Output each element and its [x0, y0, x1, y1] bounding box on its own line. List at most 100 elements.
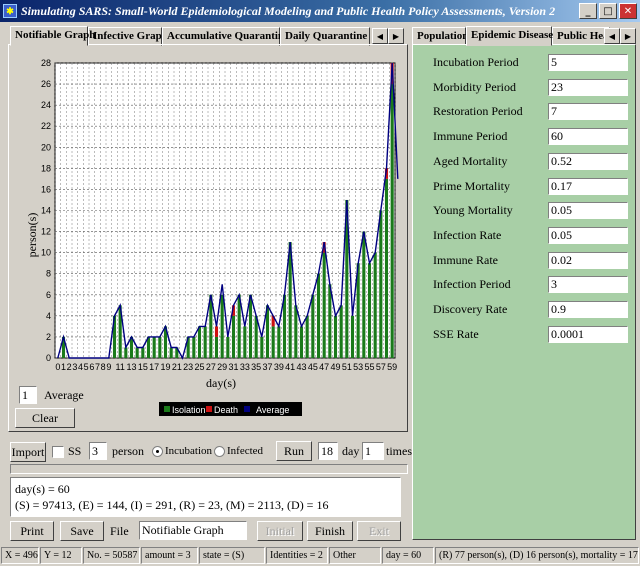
- bar-isolation: [141, 347, 145, 358]
- param-input[interactable]: [548, 251, 628, 269]
- ss-person-input[interactable]: [89, 442, 107, 460]
- status-x: X = 496: [1, 547, 39, 564]
- person-label: person: [112, 444, 144, 458]
- param-label: Young Mortality: [433, 203, 513, 218]
- param-row: Infection Period: [433, 276, 633, 294]
- x-tick-label: 29: [217, 362, 227, 372]
- output-text: day(s) = 60 (S) = 97413, (E) = 144, (I) …: [10, 477, 401, 517]
- x-tick-label: 4: [78, 362, 83, 372]
- param-label: Infection Rate: [433, 227, 502, 242]
- param-row: Morbidity Period: [433, 78, 633, 97]
- finish-button[interactable]: Finish: [307, 521, 353, 541]
- close-icon[interactable]: ✕: [619, 3, 637, 19]
- legend-swatch-average: [244, 406, 250, 412]
- bar-isolation: [169, 347, 173, 358]
- param-row: Aged Mortality: [433, 152, 633, 171]
- x-tick-label: 33: [240, 362, 250, 372]
- bar-isolation: [214, 336, 219, 358]
- param-input[interactable]: [548, 177, 628, 195]
- initial-button[interactable]: Initial: [257, 521, 303, 541]
- y-tick-label: 10: [41, 248, 51, 258]
- tab-scroll-left-icon[interactable]: ◀: [372, 28, 388, 44]
- minimize-icon[interactable]: _: [579, 3, 597, 19]
- y-tick-label: 26: [41, 79, 51, 89]
- param-input[interactable]: [548, 301, 628, 318]
- infected-radio[interactable]: [214, 446, 225, 457]
- param-row: Incubation Period: [433, 54, 633, 72]
- tab-scroll-left-icon[interactable]: ◀: [604, 28, 620, 44]
- right-tab-scroller: ◀ ▶: [604, 28, 636, 44]
- legend-label-death: Death: [214, 405, 238, 415]
- bar-isolation: [197, 326, 202, 358]
- x-tick-label: 37: [262, 362, 272, 372]
- file-input[interactable]: [139, 521, 247, 540]
- times-input[interactable]: [362, 442, 384, 460]
- y-axis-label: person(s): [25, 213, 39, 258]
- output-day-line: day(s) = 60: [15, 482, 70, 496]
- notifiable-chart: 02468101214161820222426280 1 2 3 4 5 6 7 8 9 11 13 1…: [25, 58, 399, 416]
- import-button[interactable]: Import: [10, 442, 46, 462]
- x-tick-label: 15: [138, 362, 148, 372]
- x-tick-label: 23: [183, 362, 193, 372]
- param-input[interactable]: [548, 276, 628, 294]
- x-tick-label: 41: [285, 362, 295, 372]
- exit-button[interactable]: Exit: [357, 521, 401, 541]
- param-label: Incubation Period: [433, 55, 519, 69]
- bar-isolation: [373, 252, 377, 358]
- incubation-radio[interactable]: [152, 446, 163, 457]
- bar-isolation: [260, 336, 264, 358]
- maximize-icon[interactable]: □: [599, 3, 617, 19]
- tab-scroll-right-icon[interactable]: ▶: [388, 28, 404, 44]
- x-tick-label: 2: [67, 362, 72, 372]
- param-input[interactable]: [548, 202, 628, 220]
- clear-button[interactable]: Clear: [15, 408, 75, 428]
- bar-isolation: [226, 336, 230, 358]
- bar-isolation: [384, 178, 389, 358]
- print-button[interactable]: Print: [10, 521, 54, 541]
- param-input[interactable]: [548, 103, 628, 121]
- y-tick-label: 8: [46, 269, 51, 279]
- run-button[interactable]: Run: [276, 441, 312, 461]
- bar-isolation: [243, 326, 247, 358]
- bar-isolation: [316, 273, 321, 358]
- left-tab-scroller: ◀ ▶: [372, 28, 404, 44]
- bar-isolation: [158, 336, 162, 358]
- x-tick-label: 27: [206, 362, 216, 372]
- average-input[interactable]: [19, 386, 37, 404]
- x-tick-label: 5: [84, 362, 89, 372]
- save-button[interactable]: Save: [60, 521, 104, 541]
- x-tick-label: 43: [296, 362, 306, 372]
- x-tick-label: 47: [319, 362, 329, 372]
- param-input[interactable]: [548, 325, 628, 343]
- bar-isolation: [192, 336, 196, 358]
- bar-isolation: [328, 284, 332, 358]
- status-identities: Identities = 2: [266, 547, 328, 564]
- x-tick-label: 6: [89, 362, 94, 372]
- param-input[interactable]: [548, 226, 628, 244]
- x-tick-label: 8: [101, 362, 106, 372]
- param-label: Immune Rate: [433, 252, 498, 267]
- param-input[interactable]: [548, 128, 628, 146]
- bar-isolation: [390, 84, 394, 359]
- incubation-label: Incubation: [165, 445, 213, 457]
- tab-scroll-right-icon[interactable]: ▶: [620, 28, 636, 44]
- param-row: Discovery Rate: [433, 301, 633, 319]
- x-tick-label: 59: [387, 362, 397, 372]
- x-tick-label: 7: [95, 362, 100, 372]
- param-input[interactable]: [548, 152, 628, 170]
- y-tick-label: 18: [41, 163, 51, 173]
- param-input[interactable]: [548, 54, 628, 71]
- param-input[interactable]: [548, 78, 628, 96]
- x-tick-label: 49: [330, 362, 340, 372]
- ss-checkbox[interactable]: [52, 446, 64, 458]
- status-number: No. = 50587: [83, 547, 140, 564]
- bar-isolation: [152, 336, 156, 358]
- bar-isolation: [311, 294, 315, 358]
- days-input[interactable]: [318, 442, 338, 460]
- param-label: Morbidity Period: [433, 79, 516, 94]
- x-tick-label: 9: [106, 362, 111, 372]
- tab-epidemic-disease[interactable]: Epidemic Disease: [466, 26, 553, 46]
- status-day: day = 60: [382, 547, 434, 564]
- bar-isolation: [367, 263, 372, 358]
- tab-notifiable-graph[interactable]: Notifiable Graph: [10, 26, 95, 46]
